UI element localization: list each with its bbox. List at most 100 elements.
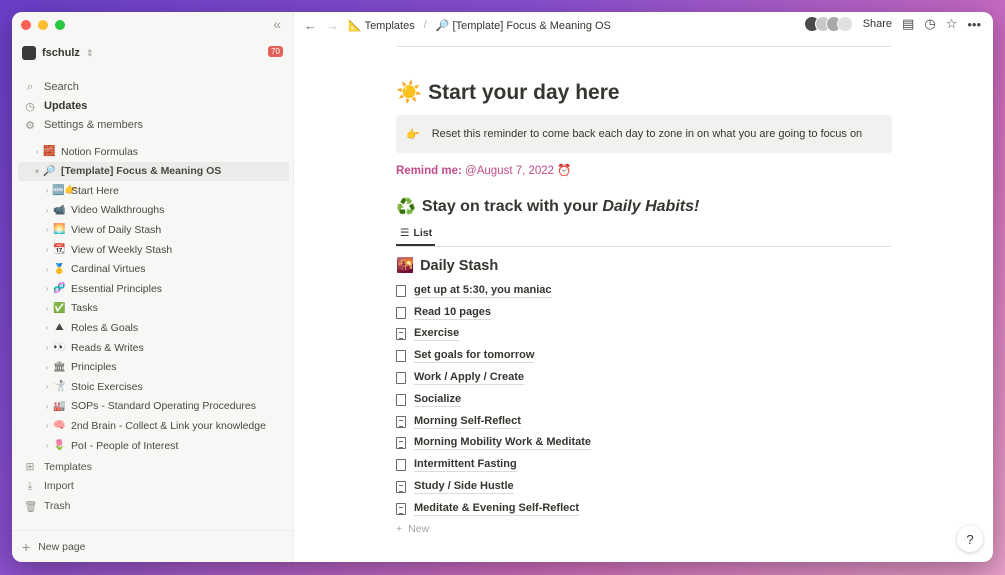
list-item[interactable]: Morning Self-Reflect <box>396 411 892 433</box>
sun-icon: ☀️ <box>396 81 423 104</box>
page-emoji-icon: 🥇 <box>53 263 66 275</box>
database-title[interactable]: 🌇 Daily Stash <box>396 257 892 275</box>
sidebar-page-item[interactable]: › 🏛 Principles <box>12 358 293 377</box>
list-item-label: Read 10 pages <box>414 305 492 320</box>
chevron-right-icon[interactable]: › <box>42 284 52 293</box>
chevron-right-icon[interactable]: › <box>42 421 52 430</box>
page-emoji-icon: 🧬 <box>53 283 66 295</box>
breadcrumb-label: Templates <box>364 19 415 32</box>
list-item[interactable]: Morning Mobility Work & Meditate <box>396 433 892 455</box>
comment-icon[interactable]: ▤ <box>902 16 914 32</box>
chevron-right-icon[interactable]: › <box>42 441 52 450</box>
sidebar: « fschulz ⇕ 70 ⌕ Search ◷ Updates ⚙ Sett… <box>12 12 294 562</box>
list-item[interactable]: Set goals for tomorrow <box>396 345 892 367</box>
sidebar-page-item[interactable]: › 🌷 PoI - People of Interest <box>12 436 293 455</box>
page-emoji-icon: ✅ <box>53 302 66 314</box>
sidebar-page-item[interactable]: › 📆 View of Weekly Stash <box>12 240 293 259</box>
recycle-icon: ♻️ <box>396 199 416 216</box>
sidebar-page-label: Essential Principles <box>71 282 163 295</box>
sidebar-page-item[interactable]: › 📹 Video Walkthroughs <box>12 201 293 220</box>
chevron-right-icon[interactable]: › <box>42 382 52 391</box>
star-icon[interactable]: ☆ <box>946 16 958 32</box>
share-button[interactable]: Share <box>863 18 892 30</box>
chevron-right-icon[interactable]: › <box>42 323 52 332</box>
chevron-right-icon[interactable]: › <box>42 265 52 274</box>
breadcrumb-current-page[interactable]: 🔎 [Template] Focus & Meaning OS <box>436 19 611 32</box>
list-item-label: Work / Apply / Create <box>414 371 525 386</box>
list-item[interactable]: Exercise <box>396 324 892 346</box>
sidebar-page-item[interactable]: › 🌅 View of Daily Stash <box>12 220 293 239</box>
minimize-window-button[interactable] <box>38 20 48 30</box>
sidebar-page-label: View of Daily Stash <box>71 223 162 236</box>
more-icon[interactable]: ••• <box>967 17 981 32</box>
chevron-right-icon[interactable]: › <box>42 206 52 215</box>
page-body: ☀️ Start your day here 👉 Reset this remi… <box>396 46 892 535</box>
help-button[interactable]: ? <box>957 526 983 552</box>
new-item-button[interactable]: + New <box>396 523 892 535</box>
page-emoji-icon: 🌅 <box>53 224 66 236</box>
chevron-right-icon[interactable]: › <box>42 186 52 195</box>
list-item[interactable]: get up at 5:30, you maniac <box>396 280 892 302</box>
chevron-right-icon[interactable]: › <box>42 245 52 254</box>
sidebar-item-trash[interactable]: 🗑 Trash <box>24 497 70 515</box>
list-item[interactable]: Meditate & Evening Self-Reflect <box>396 498 892 520</box>
list-item[interactable]: Study / Side Hustle <box>396 476 892 498</box>
sidebar-page-item[interactable]: › 🥇 Cardinal Virtues <box>12 260 293 279</box>
sidebar-item-templates[interactable]: ⊞ Templates <box>24 458 92 476</box>
list-item-label: Study / Side Hustle <box>414 480 514 495</box>
sunset-icon: 🌇 <box>396 258 415 274</box>
page-emoji-icon: 🆕👉 <box>52 185 77 197</box>
page-document-icon <box>396 393 406 406</box>
collaborator-avatars[interactable] <box>803 16 853 32</box>
sidebar-item-search[interactable]: ⌕ Search <box>24 78 283 96</box>
reminder-date[interactable]: @August 7, 2022 ⏰ <box>465 165 572 177</box>
gear-icon: ⚙ <box>25 119 35 132</box>
page-document-icon <box>396 481 406 494</box>
forward-arrow-icon[interactable]: → <box>326 18 339 33</box>
habits-heading[interactable]: ♻️ Stay on track with your Daily Habits! <box>396 197 892 217</box>
sidebar-item-label: Import <box>44 480 74 492</box>
chevron-right-icon[interactable]: › <box>42 343 52 352</box>
alarm-clock-icon: ⏰ <box>557 165 572 177</box>
sidebar-page-item[interactable]: › ✅ Tasks <box>12 299 293 318</box>
chevron-right-icon[interactable]: › <box>42 225 52 234</box>
chevron-right-icon[interactable]: › <box>32 147 42 156</box>
sidebar-page-label: Roles & Goals <box>71 321 139 334</box>
new-page-button[interactable]: + New page <box>12 530 293 562</box>
chevron-right-icon[interactable]: › <box>42 363 52 372</box>
sidebar-page-item[interactable]: ▾ 🔎 [Template] Focus & Meaning OS <box>18 161 289 181</box>
sidebar-page-item[interactable]: › 🧠 2nd Brain - Collect & Link your knowle… <box>12 416 293 435</box>
list-item-label: Socialize <box>414 392 462 407</box>
list-item[interactable]: Socialize <box>396 389 892 411</box>
close-window-button[interactable] <box>21 20 31 30</box>
sidebar-page-label: Cardinal Virtues <box>71 263 146 276</box>
sidebar-page-item[interactable]: › 👀 Reads & Writes <box>12 338 293 357</box>
history-icon[interactable]: ◷ <box>924 16 935 32</box>
tab-list[interactable]: ☰ List <box>396 227 436 246</box>
sidebar-page-item[interactable]: › 🧬 Essential Principles <box>12 279 293 298</box>
sidebar-page-item[interactable]: › 🤺 Stoic Exercises <box>12 377 293 396</box>
sidebar-page-item[interactable]: › 🧱 Notion Formulas <box>12 142 293 161</box>
breadcrumb-templates[interactable]: 📐 Templates <box>348 19 415 32</box>
sidebar-page-item[interactable]: › ⛰ Roles & Goals <box>12 318 293 337</box>
sidebar-item-import[interactable]: ⤓ Import <box>24 477 74 495</box>
new-item-label: New <box>408 522 430 535</box>
sidebar-page-item[interactable]: › 🏭 SOPs - Standard Operating Procedures <box>12 397 293 416</box>
collapse-sidebar-icon[interactable]: « <box>273 16 281 32</box>
page-document-icon <box>396 459 406 472</box>
reminder-callout[interactable]: 👉 Reset this reminder to come back each … <box>396 115 892 153</box>
sidebar-item-settings[interactable]: ⚙ Settings & members <box>24 116 283 134</box>
sidebar-item-updates[interactable]: ◷ Updates <box>24 97 283 115</box>
list-item-label: Meditate & Evening Self-Reflect <box>414 501 580 516</box>
back-arrow-icon[interactable]: ← <box>304 18 317 33</box>
workspace-switcher[interactable]: fschulz ⇕ 70 <box>22 44 283 62</box>
sidebar-page-item[interactable]: › 🆕👉 Start Here <box>12 181 293 200</box>
list-item[interactable]: Read 10 pages <box>396 302 892 324</box>
maximize-window-button[interactable] <box>55 20 65 30</box>
list-item[interactable]: Intermittent Fasting <box>396 454 892 476</box>
chevron-right-icon[interactable]: › <box>42 304 52 313</box>
chevron-right-icon[interactable]: › <box>42 402 52 411</box>
list-item[interactable]: Work / Apply / Create <box>396 367 892 389</box>
page-heading[interactable]: ☀️ Start your day here <box>396 81 892 105</box>
chevron-down-icon[interactable]: ▾ <box>32 167 42 176</box>
